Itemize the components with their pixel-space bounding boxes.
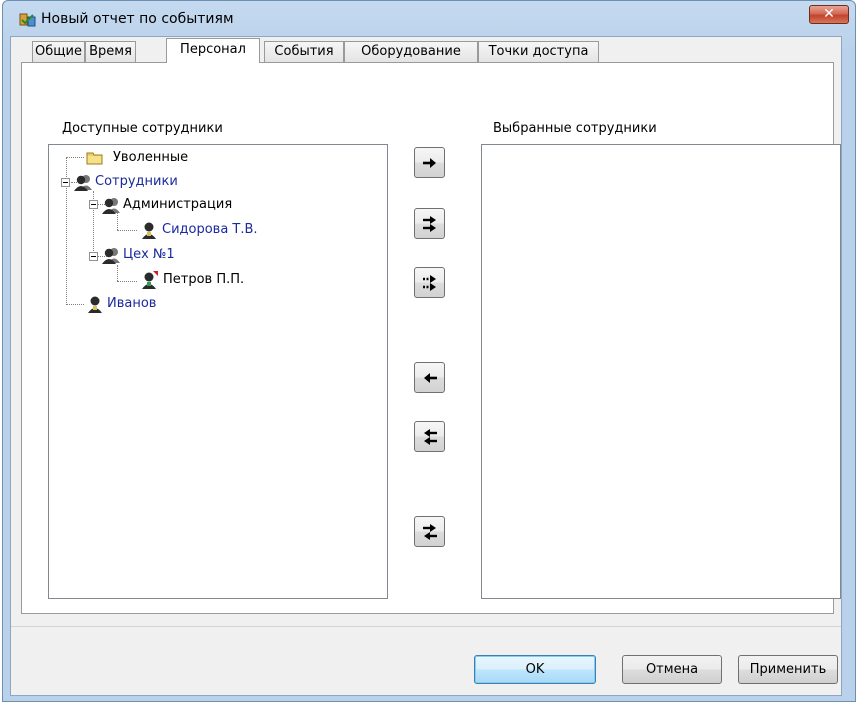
collapse-toggle[interactable] (89, 200, 98, 209)
collapse-toggle[interactable] (89, 252, 98, 261)
double-arrow-right-icon (423, 216, 436, 232)
add-group-button[interactable] (414, 267, 445, 298)
tree-item-label: Сотрудники (95, 174, 178, 189)
tree-item-label: Иванов (107, 296, 157, 311)
tab-time[interactable]: Время (85, 41, 136, 62)
double-arrow-left-icon (424, 429, 437, 445)
tree-connector (117, 213, 118, 230)
report-app-icon (19, 13, 36, 27)
group-icon (102, 198, 120, 214)
tree-connector (66, 304, 84, 305)
collapse-toggle[interactable] (61, 178, 70, 187)
dotted-double-arrow-right-icon (423, 275, 436, 291)
close-button[interactable]: ✕ (809, 5, 849, 24)
swap-button[interactable] (414, 516, 445, 547)
available-employees-label: Доступные сотрудники (62, 121, 223, 136)
add-selected-button[interactable] (414, 147, 445, 178)
tab-events[interactable]: События (264, 41, 344, 62)
title-bar[interactable]: Новый отчет по событиям ✕ (3, 1, 855, 37)
arrow-right-icon (423, 158, 436, 168)
folder-icon (86, 152, 103, 165)
tree-item-label: Администрация (123, 197, 233, 212)
tree-item-workshop-1[interactable]: Цех №1 (101, 246, 281, 264)
tree-item-label: Сидорова Т.В. (162, 222, 258, 237)
group-icon (74, 175, 92, 191)
remove-selected-button[interactable] (414, 362, 445, 393)
group-icon (102, 248, 120, 264)
tree-item-dismissed[interactable]: Уволенные (85, 149, 265, 167)
ok-button[interactable]: OK (474, 655, 596, 684)
tree-item-label: Цех №1 (123, 247, 175, 262)
available-employees-tree[interactable]: Уволенные Сотрудники Администрация Сидор… (48, 144, 388, 599)
add-all-button[interactable] (414, 208, 445, 239)
tree-item-employees[interactable]: Сотрудники (73, 173, 253, 191)
tree-item-label: Уволенные (113, 150, 189, 165)
tab-equipment[interactable]: Оборудование (344, 41, 478, 62)
person-red-icon (142, 271, 158, 289)
remove-all-button[interactable] (414, 421, 445, 452)
button-area-separator (11, 626, 841, 627)
tree-connector (117, 265, 118, 281)
window-title: Новый отчет по событиям (41, 11, 234, 27)
tab-general[interactable]: Общие (32, 41, 85, 62)
tree-item-ivanov[interactable]: Иванов (85, 295, 265, 313)
tab-personnel[interactable]: Персонал (166, 38, 260, 63)
tree-item-administration[interactable]: Администрация (101, 196, 301, 214)
cancel-button[interactable]: Отмена (622, 655, 722, 684)
tab-access-points[interactable]: Точки доступа (478, 41, 599, 62)
selected-employees-label: Выбранные сотрудники (493, 121, 657, 136)
person-icon (142, 222, 156, 239)
close-icon: ✕ (823, 6, 835, 22)
arrow-left-icon (424, 373, 437, 383)
swap-arrows-icon (423, 524, 437, 540)
tree-connector (117, 230, 137, 231)
tree-connector (117, 281, 137, 282)
selected-employees-list[interactable] (481, 144, 841, 599)
tree-item-sidorova[interactable]: Сидорова Т.В. (139, 221, 339, 239)
tree-connector (66, 157, 84, 158)
tree-item-petrov[interactable]: Петров П.П. (139, 271, 339, 289)
apply-button[interactable]: Применить (738, 655, 838, 684)
tree-item-label: Петров П.П. (163, 272, 245, 287)
person-icon (88, 296, 102, 313)
